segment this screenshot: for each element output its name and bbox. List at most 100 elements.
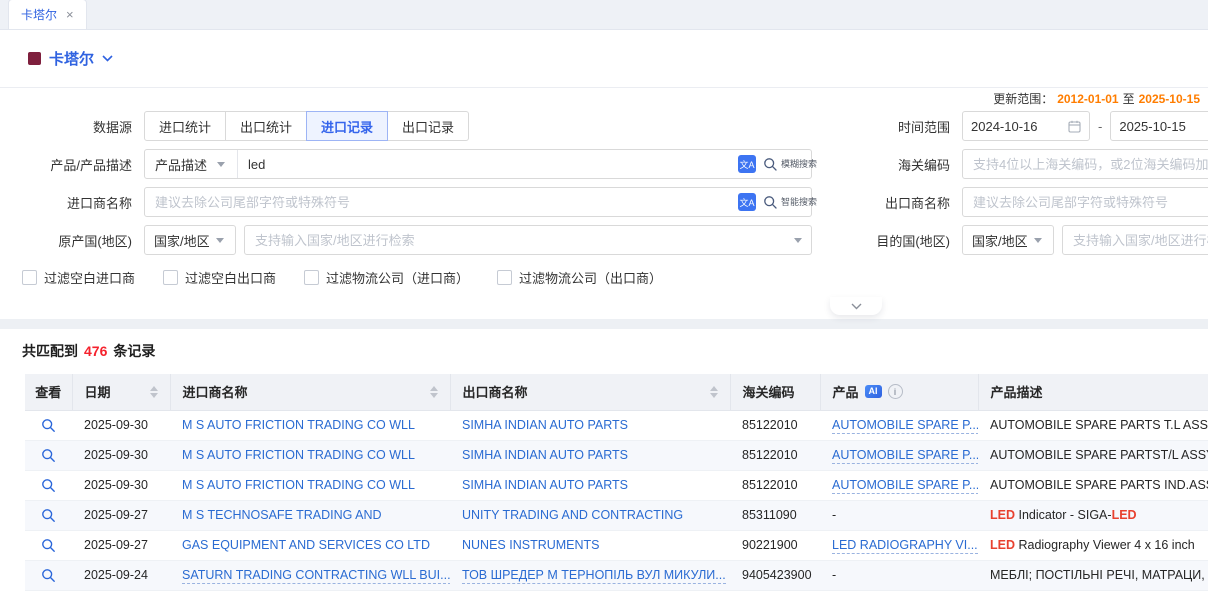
exporter-link[interactable]: UNITY TRADING AND CONTRACTING	[462, 508, 683, 522]
table-row: 2025-09-27 GAS EQUIPMENT AND SERVICES CO …	[25, 530, 1208, 560]
filter-label: 过滤物流公司（进口商）	[326, 268, 469, 287]
product-link[interactable]: LED RADIOGRAPHY VI...	[832, 538, 978, 554]
exporter-link[interactable]: SIMHA INDIAN AUTO PARTS	[462, 448, 628, 462]
importer-link[interactable]: M S TECHNOSAFE TRADING AND	[182, 508, 382, 522]
exporter-name-input[interactable]	[962, 187, 1208, 217]
product-empty: -	[832, 568, 836, 582]
checkbox-icon[interactable]	[497, 270, 512, 285]
tab-bar: 卡塔尔 ×	[0, 0, 1208, 30]
sort-date-button[interactable]	[150, 386, 158, 398]
tab-close-icon[interactable]: ×	[66, 7, 74, 22]
highlight-keyword: LED	[990, 508, 1015, 522]
destination-country-select[interactable]: 国家/地区	[962, 225, 1054, 255]
table-row: 2025-09-27 M S TECHNOSAFE TRADING AND UNIT…	[25, 500, 1208, 530]
cell-date: 2025-09-27	[72, 530, 170, 560]
importer-link[interactable]: M S AUTO FRICTION TRADING CO WLL	[182, 448, 415, 462]
cell-description: МЕБЛІ; ПОСТІЛЬНІ РЕЧІ, МАТРАЦИ,	[978, 560, 1208, 590]
btn-import-stats[interactable]: 进口统计	[144, 111, 226, 141]
start-date-input[interactable]: 2024-10-16	[962, 111, 1090, 141]
filter-label: 过滤空白进口商	[44, 268, 135, 287]
records-table: 查看 日期 进口商名称 出口商名称 海关编码 产品 AI	[25, 374, 1208, 591]
fuzzy-search-icon[interactable]	[763, 157, 778, 172]
product-link[interactable]: AUTOMOBILE SPARE P...	[832, 478, 978, 494]
cell-date: 2025-09-30	[72, 440, 170, 470]
product-link[interactable]: AUTOMOBILE SPARE P...	[832, 418, 978, 434]
summary-prefix: 共匹配到	[22, 343, 78, 359]
view-record-button[interactable]	[41, 568, 56, 583]
product-search-input[interactable]	[238, 157, 738, 172]
destination-country-label: 目的国(地区)	[812, 231, 962, 250]
form-row-product: 产品/产品描述 产品描述 文A 模糊搜索 海关编码	[0, 145, 1208, 183]
exporter-link[interactable]: SIMHA INDIAN AUTO PARTS	[462, 418, 628, 432]
product-search-group: 产品描述 文A 模糊搜索	[144, 149, 812, 179]
view-record-button[interactable]	[41, 538, 56, 553]
btn-export-stats[interactable]: 出口统计	[225, 111, 307, 141]
view-record-button[interactable]	[41, 418, 56, 433]
checkbox-icon[interactable]	[22, 270, 37, 285]
info-icon[interactable]: i	[888, 384, 903, 399]
filter-blank-importer[interactable]: 过滤空白进口商	[22, 268, 135, 287]
view-record-button[interactable]	[41, 478, 56, 493]
cell-date: 2025-09-27	[72, 500, 170, 530]
hs-code-input[interactable]	[962, 149, 1208, 179]
cell-product: AUTOMOBILE SPARE P...	[820, 440, 978, 470]
smart-search-label: 智能搜索	[781, 197, 803, 207]
end-date-input[interactable]: 2025-10-15	[1110, 111, 1208, 141]
smart-search-icon[interactable]	[763, 195, 778, 210]
end-date-value: 2025-10-15	[1119, 119, 1186, 134]
btn-import-records[interactable]: 进口记录	[306, 111, 388, 141]
cell-description: LED Radiography Viewer 4 x 16 inch	[978, 530, 1208, 560]
cell-description: AUTOMOBILE SPARE PARTS IND.ASS	[978, 470, 1208, 500]
btn-export-records[interactable]: 出口记录	[387, 111, 469, 141]
filter-logistics-exporter[interactable]: 过滤物流公司（出口商）	[497, 268, 662, 287]
filter-logistics-importer[interactable]: 过滤物流公司（进口商）	[304, 268, 469, 287]
tab-qatar[interactable]: 卡塔尔 ×	[8, 0, 87, 29]
update-range-prefix: 更新范围：	[993, 92, 1053, 106]
magnifier-icon	[41, 478, 56, 493]
update-range-to: 至	[1123, 92, 1135, 106]
exporter-link[interactable]: SIMHA INDIAN AUTO PARTS	[462, 478, 628, 492]
update-range-end: 2025-10-15	[1139, 92, 1200, 106]
product-type-select[interactable]: 产品描述	[145, 150, 238, 178]
cell-hs-code: 85311090	[730, 500, 820, 530]
sort-importer-button[interactable]	[430, 386, 438, 398]
destination-country-input[interactable]	[1063, 233, 1208, 248]
checkbox-icon[interactable]	[163, 270, 178, 285]
calendar-icon	[1068, 120, 1081, 133]
collapse-toggle[interactable]	[830, 297, 882, 315]
translate-icon[interactable]: 文A	[738, 193, 756, 211]
origin-country-select-value: 国家/地区	[154, 231, 210, 250]
cell-date: 2025-09-30	[72, 410, 170, 440]
section-divider	[0, 319, 1208, 329]
translate-icon[interactable]: 文A	[738, 155, 756, 173]
origin-country-input[interactable]	[245, 233, 794, 248]
highlight-keyword: LED	[1112, 508, 1137, 522]
exporter-link[interactable]: NUNES INSTRUMENTS	[462, 538, 600, 552]
chevron-down-icon[interactable]	[102, 55, 113, 62]
page-title: 卡塔尔	[49, 48, 94, 69]
checkbox-icon[interactable]	[304, 270, 319, 285]
exporter-link[interactable]: ТОВ ШРЕДЕР М ТЕРНОПІЛЬ ВУЛ МИКУЛИ...	[462, 568, 726, 584]
cell-product: -	[820, 500, 978, 530]
header-hs-code: 海关编码	[730, 374, 820, 410]
filter-blank-exporter[interactable]: 过滤空白出口商	[163, 268, 276, 287]
importer-link[interactable]: GAS EQUIPMENT AND SERVICES CO LTD	[182, 538, 430, 552]
chevron-down-icon[interactable]	[794, 238, 802, 243]
view-record-button[interactable]	[41, 508, 56, 523]
importer-name-input[interactable]	[145, 195, 738, 210]
importer-link[interactable]: M S AUTO FRICTION TRADING CO WLL	[182, 478, 415, 492]
sort-exporter-button[interactable]	[710, 386, 718, 398]
importer-link[interactable]: M S AUTO FRICTION TRADING CO WLL	[182, 418, 415, 432]
destination-country-select-value: 国家/地区	[972, 231, 1028, 250]
view-record-button[interactable]	[41, 448, 56, 463]
fuzzy-search-label: 模糊搜索	[781, 159, 803, 169]
origin-country-group	[244, 225, 812, 255]
summary-suffix: 条记录	[113, 343, 155, 359]
destination-country-group	[1062, 225, 1208, 255]
chevron-down-icon	[1034, 238, 1042, 243]
origin-country-select[interactable]: 国家/地区	[144, 225, 236, 255]
product-link[interactable]: AUTOMOBILE SPARE P...	[832, 448, 978, 464]
importer-link[interactable]: SATURN TRADING CONTRACTING WLL BUI...	[182, 568, 450, 584]
table-body: 2025-09-30 M S AUTO FRICTION TRADING CO W…	[25, 410, 1208, 590]
update-range: 更新范围：2012-01-01至2025-10-15	[0, 91, 1208, 107]
